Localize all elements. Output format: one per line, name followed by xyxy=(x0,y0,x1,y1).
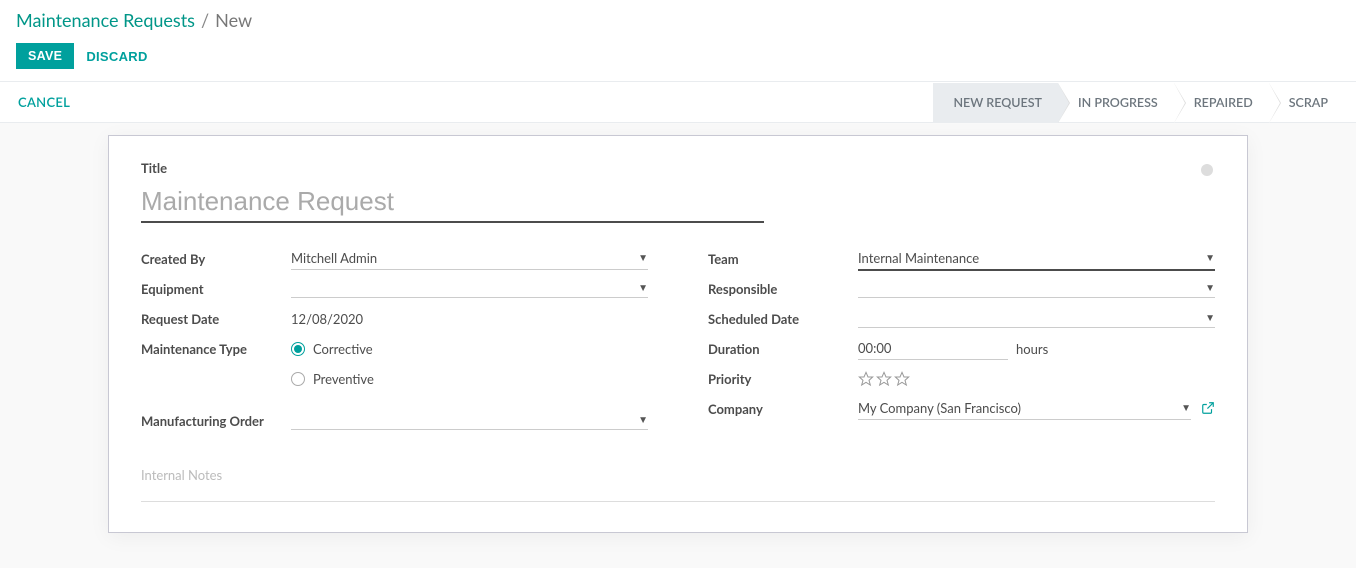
form-sheet: Title Created By Mitchell Admin ▼ Equipm… xyxy=(108,135,1248,533)
maint-type-label: Maintenance Type xyxy=(141,341,291,357)
breadcrumb: Maintenance Requests / New xyxy=(16,8,1340,33)
duration-input[interactable] xyxy=(858,338,1008,360)
chevron-down-icon: ▼ xyxy=(1205,282,1215,294)
breadcrumb-current: New xyxy=(215,8,252,33)
stage-scrap[interactable]: SCRAP xyxy=(1269,83,1344,122)
title-label: Title xyxy=(141,160,764,176)
breadcrumb-root[interactable]: Maintenance Requests xyxy=(16,8,195,33)
chevron-down-icon: ▼ xyxy=(1181,402,1191,414)
maint-type-corrective[interactable]: Corrective xyxy=(291,338,648,360)
chevron-down-icon: ▼ xyxy=(638,282,648,294)
mo-field[interactable]: ▼ xyxy=(291,412,648,430)
discard-button[interactable]: DISCARD xyxy=(86,49,147,64)
maint-type-corrective-label: Corrective xyxy=(313,341,373,357)
team-field[interactable]: Internal Maintenance ▼ xyxy=(858,248,1215,271)
breadcrumb-sep: / xyxy=(201,8,209,33)
priority-label: Priority xyxy=(708,371,858,387)
form-area: Title Created By Mitchell Admin ▼ Equipm… xyxy=(0,123,1356,568)
stage-new-request[interactable]: NEW REQUEST xyxy=(933,83,1058,122)
title-input[interactable] xyxy=(141,180,764,223)
created-by-label: Created By xyxy=(141,251,291,267)
duration-unit: hours xyxy=(1016,341,1048,357)
star-icon[interactable] xyxy=(894,371,910,387)
request-date-value: 12/08/2020 xyxy=(291,309,648,330)
priority-stars[interactable] xyxy=(858,371,1215,387)
stages: NEW REQUEST IN PROGRESS REPAIRED SCRAP xyxy=(933,83,1344,122)
right-col: Team Internal Maintenance ▼ Responsible … xyxy=(708,245,1215,437)
scheduled-label: Scheduled Date xyxy=(708,311,858,327)
stage-repaired[interactable]: REPAIRED xyxy=(1174,83,1269,122)
created-by-field[interactable]: Mitchell Admin ▼ xyxy=(291,248,648,270)
request-date-label: Request Date xyxy=(141,311,291,327)
chevron-down-icon: ▼ xyxy=(1205,252,1215,264)
save-button[interactable]: SAVE xyxy=(16,43,74,69)
company-label: Company xyxy=(708,401,858,417)
header-actions: SAVE DISCARD xyxy=(16,33,1340,81)
statusbar: CANCEL NEW REQUEST IN PROGRESS REPAIRED … xyxy=(0,81,1356,123)
team-label: Team xyxy=(708,251,858,267)
radio-unchecked-icon xyxy=(291,372,305,386)
external-link-icon[interactable] xyxy=(1201,401,1215,418)
team-value: Internal Maintenance xyxy=(858,250,1205,266)
company-field[interactable]: My Company (San Francisco) ▼ xyxy=(858,398,1191,420)
maint-type-preventive-label: Preventive xyxy=(313,371,374,387)
stage-in-progress[interactable]: IN PROGRESS xyxy=(1058,83,1174,122)
maint-type-preventive[interactable]: Preventive xyxy=(291,368,648,390)
chevron-down-icon: ▼ xyxy=(638,252,648,264)
header: Maintenance Requests / New SAVE DISCARD xyxy=(0,0,1356,81)
responsible-field[interactable]: ▼ xyxy=(858,280,1215,298)
chevron-down-icon: ▼ xyxy=(638,414,648,426)
internal-notes[interactable]: Internal Notes xyxy=(141,467,1215,502)
star-icon[interactable] xyxy=(858,371,874,387)
duration-label: Duration xyxy=(708,341,858,357)
company-value: My Company (San Francisco) xyxy=(858,400,1181,416)
scheduled-field[interactable]: ▼ xyxy=(858,310,1215,328)
created-by-value: Mitchell Admin xyxy=(291,250,638,266)
equipment-label: Equipment xyxy=(141,281,291,297)
radio-checked-icon xyxy=(291,342,305,356)
star-icon[interactable] xyxy=(876,371,892,387)
equipment-field[interactable]: ▼ xyxy=(291,280,648,298)
chevron-down-icon: ▼ xyxy=(1205,312,1215,324)
cancel-button[interactable]: CANCEL xyxy=(12,82,80,122)
mo-label: Manufacturing Order xyxy=(141,413,291,429)
left-col: Created By Mitchell Admin ▼ Equipment ▼ xyxy=(141,245,648,437)
responsible-label: Responsible xyxy=(708,281,858,297)
